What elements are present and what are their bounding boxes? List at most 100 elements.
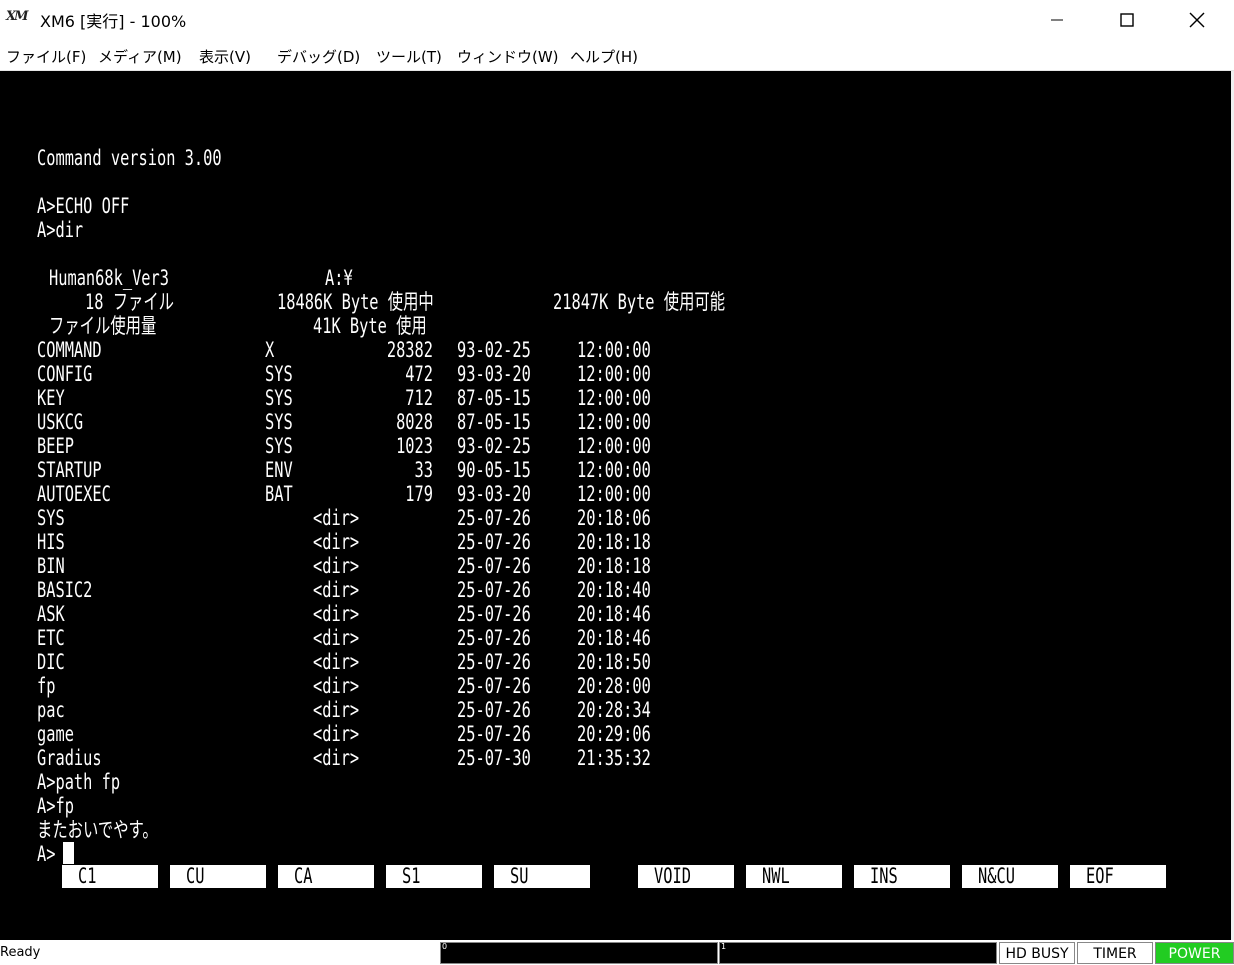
entry-name: KEY bbox=[37, 386, 65, 410]
minimize-button[interactable] bbox=[1022, 0, 1092, 40]
emulator-screen[interactable]: Command version 3.00 A>ECHO OFF A>dir Hu… bbox=[0, 71, 1231, 940]
function-key-label: VOID bbox=[654, 865, 691, 888]
entry-name: ETC bbox=[37, 626, 65, 650]
status-ready: Ready bbox=[0, 945, 41, 960]
entry-time: 20:18:46 bbox=[577, 626, 651, 650]
file-count: 18 ファイル bbox=[85, 290, 175, 314]
menu-bar: ファイル(F) メディア(M) 表示(V) デバッグ(D) ツール(T) ウィン… bbox=[0, 40, 1234, 71]
function-key-5[interactable]: SU bbox=[494, 865, 590, 888]
command-echo-off: A>ECHO OFF bbox=[37, 194, 130, 218]
entry-name: SYS bbox=[37, 506, 65, 530]
entry-time: 20:28:00 bbox=[577, 674, 651, 698]
entry-time: 20:18:40 bbox=[577, 578, 651, 602]
floppy-drive-0-label: 0 bbox=[442, 942, 448, 951]
function-key-10[interactable]: EOF bbox=[1070, 865, 1166, 888]
entry-time: 20:18:50 bbox=[577, 650, 651, 674]
timer-indicator: TIMER bbox=[1077, 942, 1153, 964]
menu-debug[interactable]: デバッグ(D) bbox=[277, 46, 360, 67]
floppy-drive-0-panel[interactable]: 0 bbox=[440, 942, 718, 964]
entry-name: pac bbox=[37, 698, 65, 722]
menu-window[interactable]: ウィンドウ(W) bbox=[457, 46, 559, 67]
menu-media[interactable]: メディア(M) bbox=[98, 46, 182, 67]
entry-size: <dir> bbox=[313, 650, 360, 674]
function-key-label: CA bbox=[294, 865, 313, 888]
entry-date: 25-07-26 bbox=[457, 722, 531, 746]
close-button[interactable] bbox=[1162, 0, 1232, 40]
title-bar[interactable]: XM XM6 [実行] - 100% bbox=[0, 0, 1234, 40]
command-banner: Command version 3.00 bbox=[37, 146, 222, 170]
entry-size: 33 bbox=[414, 458, 433, 482]
entry-name: CONFIG bbox=[37, 362, 93, 386]
entry-name: ASK bbox=[37, 602, 65, 626]
function-key-label: INS bbox=[870, 865, 898, 888]
function-key-2[interactable]: CU bbox=[170, 865, 266, 888]
function-key-9[interactable]: N&CU bbox=[962, 865, 1058, 888]
entry-date: 93-03-20 bbox=[457, 362, 531, 386]
entry-size: 8028 bbox=[396, 410, 433, 434]
entry-name: BIN bbox=[37, 554, 65, 578]
entry-time: 12:00:00 bbox=[577, 338, 651, 362]
power-indicator: POWER bbox=[1155, 942, 1234, 964]
function-key-8[interactable]: INS bbox=[854, 865, 950, 888]
entry-size: 472 bbox=[405, 362, 433, 386]
entry-size: <dir> bbox=[313, 602, 360, 626]
entry-size: <dir> bbox=[313, 746, 360, 770]
usage-value: 41K Byte 使用 bbox=[313, 314, 427, 338]
function-key-7[interactable]: NWL bbox=[746, 865, 842, 888]
menu-file[interactable]: ファイル(F) bbox=[6, 46, 86, 67]
close-icon bbox=[1189, 12, 1205, 28]
entry-name: USKCG bbox=[37, 410, 84, 434]
disk-used: 18486K Byte 使用中 bbox=[277, 290, 434, 314]
entry-name: DIC bbox=[37, 650, 65, 674]
minimize-icon bbox=[1051, 19, 1063, 21]
entry-date: 93-03-20 bbox=[457, 482, 531, 506]
entry-name: BEEP bbox=[37, 434, 74, 458]
entry-size: 712 bbox=[405, 386, 433, 410]
entry-size: 179 bbox=[405, 482, 433, 506]
entry-size: 1023 bbox=[396, 434, 433, 458]
function-key-label: SU bbox=[510, 865, 529, 888]
function-key-label: EOF bbox=[1086, 865, 1114, 888]
entry-time: 20:29:06 bbox=[577, 722, 651, 746]
menu-help[interactable]: ヘルプ(H) bbox=[570, 46, 638, 67]
function-key-label: NWL bbox=[762, 865, 790, 888]
menu-view[interactable]: 表示(V) bbox=[199, 46, 251, 67]
entry-time: 12:00:00 bbox=[577, 386, 651, 410]
maximize-icon bbox=[1120, 13, 1134, 27]
menu-tools[interactable]: ツール(T) bbox=[376, 46, 442, 67]
entry-date: 25-07-30 bbox=[457, 746, 531, 770]
command-dir: A>dir bbox=[37, 218, 84, 242]
maximize-button[interactable] bbox=[1092, 0, 1162, 40]
entry-time: 12:00:00 bbox=[577, 410, 651, 434]
window-title: XM6 [実行] - 100% bbox=[40, 12, 187, 31]
function-key-1[interactable]: C1 bbox=[62, 865, 158, 888]
floppy-drive-1-panel[interactable]: 1 bbox=[719, 942, 997, 964]
command-fp: A>fp bbox=[37, 794, 74, 818]
entry-size: <dir> bbox=[313, 626, 360, 650]
goodbye-message: またおいでやす。 bbox=[37, 818, 158, 842]
entry-date: 25-07-26 bbox=[457, 554, 531, 578]
entry-time: 12:00:00 bbox=[577, 458, 651, 482]
entry-size: <dir> bbox=[313, 578, 360, 602]
command-path: A>path fp bbox=[37, 770, 121, 794]
entry-name: COMMAND bbox=[37, 338, 102, 362]
entry-time: 20:28:34 bbox=[577, 698, 651, 722]
function-key-6[interactable]: VOID bbox=[638, 865, 734, 888]
function-key-4[interactable]: S1 bbox=[386, 865, 482, 888]
entry-size: 28382 bbox=[386, 338, 433, 362]
entry-size: <dir> bbox=[313, 530, 360, 554]
entry-size: <dir> bbox=[313, 698, 360, 722]
xm6-logo-icon[interactable]: XM bbox=[6, 9, 28, 27]
entry-date: 25-07-26 bbox=[457, 530, 531, 554]
function-key-3[interactable]: CA bbox=[278, 865, 374, 888]
entry-name: BASIC2 bbox=[37, 578, 93, 602]
entry-time: 20:18:06 bbox=[577, 506, 651, 530]
entry-date: 25-07-26 bbox=[457, 698, 531, 722]
entry-name: game bbox=[37, 722, 74, 746]
entry-time: 12:00:00 bbox=[577, 434, 651, 458]
entry-date: 25-07-26 bbox=[457, 578, 531, 602]
entry-date: 25-07-26 bbox=[457, 650, 531, 674]
entry-extension: X bbox=[265, 338, 275, 362]
disk-free: 21847K Byte 使用可能 bbox=[553, 290, 726, 314]
entry-time: 20:18:18 bbox=[577, 554, 651, 578]
